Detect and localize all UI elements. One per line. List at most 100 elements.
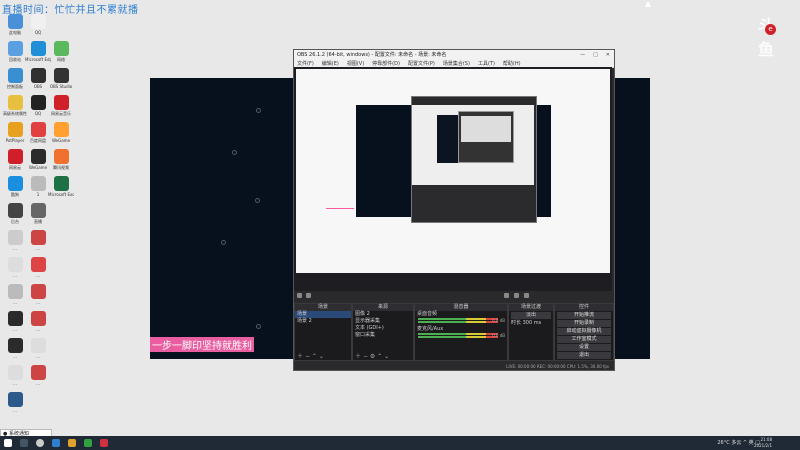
wechat-taskbar-icon[interactable] [84, 439, 92, 447]
remove-scene-icon[interactable]: − [305, 353, 310, 360]
filter-icon[interactable] [514, 293, 519, 298]
obs-window[interactable]: OBS 26.1.2 (64-bit, windows) - 配置文件: 未命名… [293, 49, 615, 371]
desktop-icon-label: ... [13, 408, 17, 413]
move-up-icon[interactable]: ⌃ [377, 353, 382, 360]
sources-header: 来源 [353, 304, 413, 311]
transition-select[interactable]: 淡出 [511, 312, 551, 319]
desktop-icon[interactable]: ... [25, 284, 51, 310]
app-icon [53, 41, 69, 56]
scene-item[interactable]: 场景 2 [295, 318, 351, 325]
duration-input[interactable]: 300 ms [523, 320, 542, 326]
stream-overlay-text: 一步一脚印坚持就胜利 [150, 337, 254, 352]
taskbar: 26°C 多云 ^ 英 □ 21:08 2021/2/1 [0, 436, 800, 450]
explorer-taskbar-icon[interactable] [68, 439, 76, 447]
star-dot [256, 108, 261, 113]
app-icon [7, 95, 23, 110]
volume-meter [418, 318, 498, 320]
desktop-icon-label: ... [36, 246, 40, 251]
app-icon [30, 284, 46, 299]
app-icon [30, 365, 46, 380]
desktop-icon-label: ... [36, 354, 40, 359]
edge-taskbar-icon[interactable] [52, 439, 60, 447]
app-icon [7, 176, 23, 191]
app-icon [7, 14, 23, 29]
move-down-icon[interactable]: ⌄ [319, 353, 324, 360]
menu-tools[interactable]: 工具(T) [478, 60, 495, 67]
move-up-icon[interactable]: ⌃ [312, 353, 317, 360]
desktop-icon[interactable]: OBS Studio [48, 68, 74, 94]
app-icon [30, 122, 46, 137]
volume-meter [418, 336, 498, 338]
desktop-icon[interactable]: ... [25, 230, 51, 256]
start-recording-button[interactable]: 开始录制 [557, 320, 611, 327]
add-icon[interactable] [297, 293, 302, 298]
app-icon [30, 311, 46, 326]
app-taskbar-icon[interactable] [100, 439, 108, 447]
nested-obs-window-2 [458, 111, 514, 163]
source-item[interactable]: 图像 2 [353, 311, 413, 318]
obs-status-bar: LIVE: 00:00:00 REC: 00:00:00 CPU: 1.5%, … [294, 364, 612, 370]
menu-edit[interactable]: 编辑(E) [322, 60, 339, 67]
app-icon [7, 284, 23, 299]
menu-profile[interactable]: 配置文件(P) [408, 60, 435, 67]
desktop-icon[interactable]: 网络 [48, 41, 74, 67]
remove-source-icon[interactable]: − [363, 353, 368, 360]
mixer-track: 0.0 dB [415, 333, 507, 341]
app-icon [7, 257, 23, 272]
scene-item[interactable]: 场景 [295, 311, 351, 318]
source-item[interactable]: 文本 (GDI+) [353, 325, 413, 332]
search-icon[interactable] [20, 439, 28, 447]
studio-mode-button[interactable]: 工作室模式 [557, 336, 611, 343]
move-down-icon[interactable]: ⌄ [384, 353, 389, 360]
app-icon [53, 176, 69, 191]
virtual-camera-button[interactable]: 启动虚拟摄像机 [557, 328, 611, 335]
menu-help[interactable]: 帮助(H) [503, 60, 521, 67]
transitions-header: 场景过渡 [509, 304, 553, 311]
desktop-icon[interactable]: ... [25, 311, 51, 337]
desktop-icon[interactable]: ... [25, 257, 51, 283]
minimize-button[interactable]: — [580, 52, 585, 58]
desktop-icon[interactable]: 网易云音乐 [48, 95, 74, 121]
close-button[interactable]: ✕ [606, 52, 610, 58]
desktop-icon[interactable]: ... [25, 338, 51, 364]
menu-view[interactable]: 视图(V) [347, 60, 364, 67]
settings-button[interactable]: 设置 [557, 344, 611, 351]
start-streaming-button[interactable]: 开始推流 [557, 312, 611, 319]
app-icon [30, 95, 46, 110]
menu-scene-collection[interactable]: 场景集合(S) [443, 60, 470, 67]
add-scene-icon[interactable]: ＋ [297, 353, 303, 360]
lock-icon[interactable] [306, 293, 311, 298]
desktop-icon[interactable]: 腾讯视频 [48, 149, 74, 175]
obs-taskbar-icon[interactable] [36, 439, 44, 447]
gear-icon[interactable]: ⚙ [370, 353, 375, 360]
app-icon [7, 122, 23, 137]
mixer-dock: 混音器 桌面音频 0.0 dB 麦克风/Aux 0.0 dB [414, 303, 508, 361]
desktop-icon-label: ... [36, 327, 40, 332]
source-item[interactable]: 显示器采集 [353, 318, 413, 325]
desktop-icon[interactable]: 直播 [25, 203, 51, 229]
obs-title: OBS 26.1.2 (64-bit, windows) - 配置文件: 未命名… [297, 52, 447, 58]
obs-titlebar[interactable]: OBS 26.1.2 (64-bit, windows) - 配置文件: 未命名… [294, 50, 614, 59]
nested-preview [412, 105, 534, 185]
maximize-button[interactable]: □ [593, 52, 598, 58]
obs-preview[interactable] [294, 67, 612, 291]
add-source-icon[interactable]: ＋ [355, 353, 361, 360]
settings-icon[interactable] [504, 293, 509, 298]
source-item[interactable]: 窗口采集 [353, 332, 413, 339]
exit-button[interactable]: 退出 [557, 352, 611, 359]
desktop-icon[interactable]: ... [2, 392, 28, 418]
desktop-icon[interactable]: QQ [25, 14, 51, 40]
clock[interactable]: 21:08 2021/2/1 [754, 437, 772, 449]
desktop-icon-label: 网易云音乐 [51, 111, 71, 116]
app-icon [30, 41, 46, 56]
clock-date: 2021/2/1 [754, 443, 772, 448]
star-dot [232, 150, 237, 155]
start-icon[interactable] [4, 439, 12, 447]
menu-file[interactable]: 文件(F) [297, 60, 314, 67]
desktop-icon[interactable]: Microsoft Excel [48, 176, 74, 202]
mixer-track-name: 桌面音频 [417, 311, 438, 317]
properties-icon[interactable] [524, 293, 529, 298]
desktop-icon[interactable]: ... [25, 365, 51, 391]
desktop-icon[interactable]: WeGame [48, 122, 74, 148]
menu-docks[interactable]: 停靠部件(D) [372, 60, 400, 67]
